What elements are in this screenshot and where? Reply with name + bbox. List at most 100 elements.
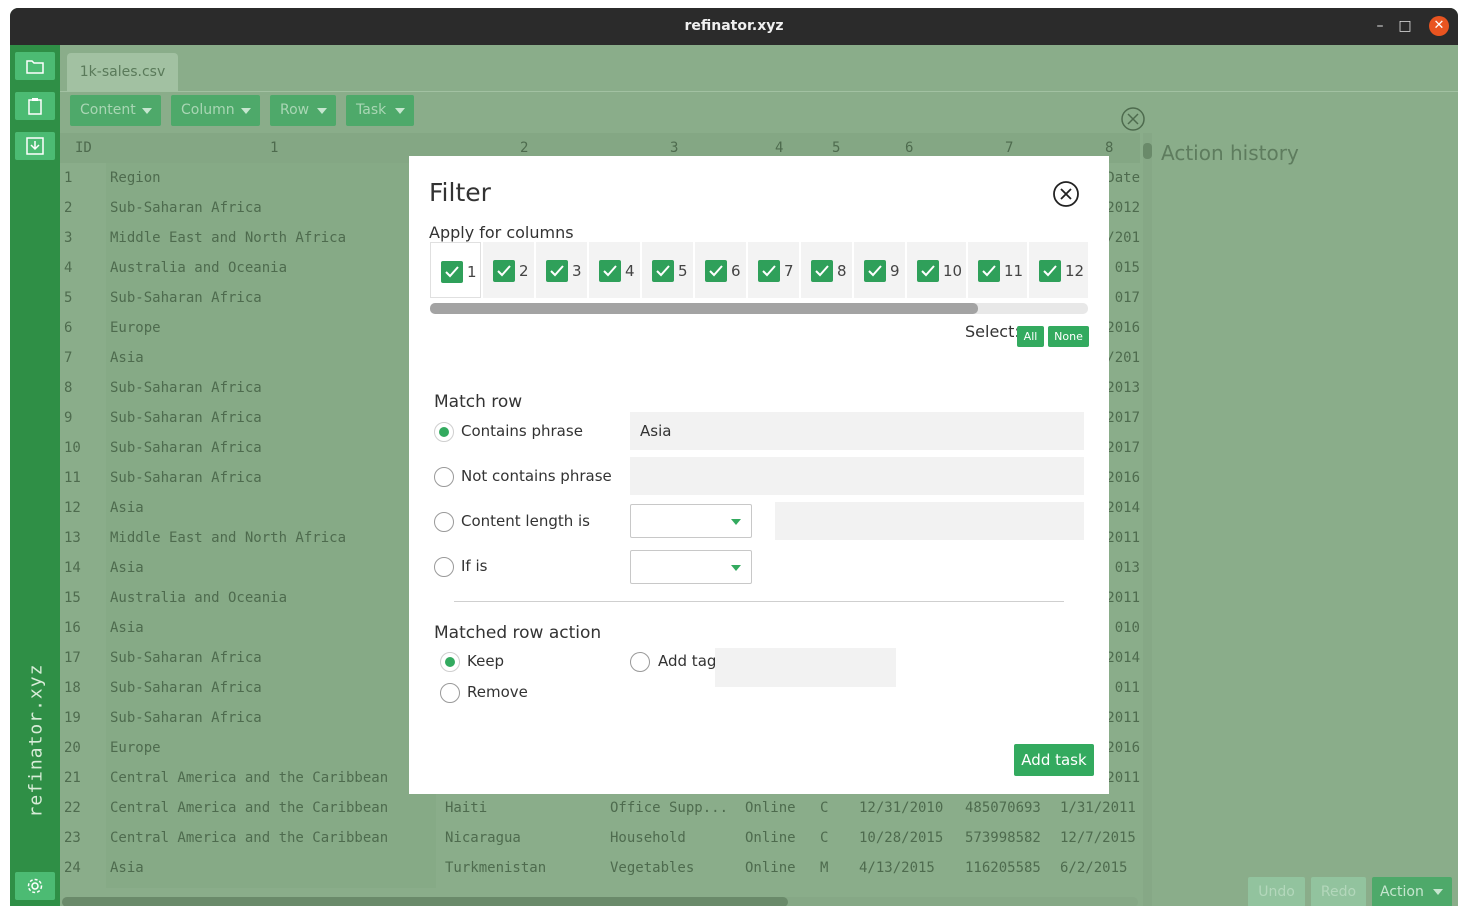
row-ship-date: /201 bbox=[1106, 230, 1140, 246]
length-operator-select[interactable] bbox=[630, 504, 752, 538]
clipboard-button[interactable] bbox=[15, 92, 55, 120]
row-region: Asia bbox=[110, 620, 144, 636]
header-id[interactable]: ID bbox=[75, 133, 92, 163]
column-menu[interactable]: Column bbox=[171, 95, 260, 126]
row-region: Sub-Saharan Africa bbox=[110, 410, 262, 426]
checkbox-checked-icon[interactable] bbox=[978, 260, 1000, 282]
row-id: 15 bbox=[64, 590, 81, 606]
not-contains-radio[interactable] bbox=[434, 467, 454, 487]
row-ship-date: 2011 bbox=[1106, 770, 1140, 786]
column-checkbox-item[interactable]: 12 bbox=[1029, 242, 1088, 298]
contains-input[interactable] bbox=[630, 412, 1084, 450]
column-number: 5 bbox=[678, 262, 688, 280]
redo-button[interactable]: Redo bbox=[1311, 877, 1366, 906]
checkbox-checked-icon[interactable] bbox=[917, 260, 939, 282]
column-checkbox-item[interactable]: 11 bbox=[968, 242, 1027, 298]
if-is-radio[interactable] bbox=[434, 557, 454, 577]
keep-radio[interactable] bbox=[440, 652, 460, 672]
clipboard-icon bbox=[28, 98, 42, 115]
table-row[interactable]: 24 Asia Turkmenistan Vegetables Online M 4/13/… bbox=[60, 853, 1140, 883]
row-region: Central America and the Caribbean bbox=[110, 830, 389, 846]
row-region: Sub-Saharan Africa bbox=[110, 650, 262, 666]
undo-button[interactable]: Undo bbox=[1248, 877, 1305, 906]
add-tag-input[interactable] bbox=[715, 648, 896, 687]
remove-label: Remove bbox=[467, 683, 528, 701]
window-title: refinator.xyz bbox=[684, 18, 784, 34]
maximize-button[interactable]: □ bbox=[1395, 16, 1415, 36]
column-number: 6 bbox=[731, 262, 741, 280]
open-file-button[interactable] bbox=[15, 52, 55, 80]
row-region: Asia bbox=[110, 500, 144, 516]
row-region: Middle East and North Africa bbox=[110, 230, 347, 246]
contains-radio[interactable] bbox=[434, 422, 454, 442]
table-horizontal-scrollbar[interactable] bbox=[62, 897, 1138, 906]
remove-radio[interactable] bbox=[440, 683, 460, 703]
if-is-label: If is bbox=[461, 557, 488, 575]
checkbox-checked-icon[interactable] bbox=[652, 260, 674, 282]
table-row[interactable]: 23 Central America and the Caribbean Nicar… bbox=[60, 823, 1140, 853]
row-menu[interactable]: Row bbox=[270, 95, 336, 126]
column-strip-scrollbar[interactable] bbox=[430, 303, 1088, 314]
if-is-select[interactable] bbox=[630, 550, 752, 584]
scrollbar-thumb[interactable] bbox=[430, 303, 978, 314]
caret-down-icon bbox=[1433, 889, 1443, 895]
length-value-input[interactable] bbox=[775, 502, 1084, 540]
close-circle-icon[interactable] bbox=[1121, 107, 1145, 131]
row-id: 18 bbox=[64, 680, 81, 696]
content-menu[interactable]: Content bbox=[70, 95, 161, 126]
row-priority: C bbox=[820, 800, 829, 816]
title-bar: refinator.xyz – □ ✕ bbox=[10, 8, 1458, 45]
minimize-button[interactable]: – bbox=[1370, 16, 1390, 36]
caret-down-icon bbox=[241, 108, 251, 114]
row-region: Asia bbox=[110, 560, 144, 576]
header-col-1[interactable]: 1 bbox=[270, 133, 278, 163]
add-task-button[interactable]: Add task bbox=[1014, 744, 1094, 776]
not-contains-input[interactable] bbox=[630, 457, 1084, 495]
brand-logo: refinator.xyz bbox=[25, 663, 47, 818]
select-all-button[interactable]: All bbox=[1017, 326, 1044, 347]
checkbox-checked-icon[interactable] bbox=[705, 260, 727, 282]
checkbox-checked-icon[interactable] bbox=[599, 260, 621, 282]
column-checkbox-item[interactable]: 5 bbox=[642, 242, 693, 298]
task-menu[interactable]: Task bbox=[346, 95, 414, 126]
settings-button[interactable] bbox=[15, 872, 55, 900]
select-none-button[interactable]: None bbox=[1048, 326, 1089, 347]
column-checkbox-item[interactable]: 8 bbox=[801, 242, 852, 298]
checkbox-checked-icon[interactable] bbox=[758, 260, 780, 282]
length-radio[interactable] bbox=[434, 512, 454, 532]
column-checkbox-item[interactable]: 3 bbox=[536, 242, 587, 298]
file-tab[interactable]: 1k-sales.csv bbox=[67, 53, 178, 91]
row-priority: M bbox=[820, 860, 829, 876]
row-region: Sub-Saharan Africa bbox=[110, 200, 262, 216]
row-id: 13 bbox=[64, 530, 81, 546]
column-checkbox-item[interactable]: 1 bbox=[430, 242, 481, 298]
row-order-id: 116205585 bbox=[965, 860, 1041, 876]
apply-columns-label: Apply for columns bbox=[429, 223, 574, 242]
checkbox-checked-icon[interactable] bbox=[493, 260, 515, 282]
checkbox-checked-icon[interactable] bbox=[811, 260, 833, 282]
row-id: 19 bbox=[64, 710, 81, 726]
checkbox-checked-icon[interactable] bbox=[1039, 260, 1061, 282]
row-id: 12 bbox=[64, 500, 81, 516]
close-window-button[interactable]: ✕ bbox=[1429, 16, 1449, 36]
folder-icon bbox=[26, 60, 44, 74]
column-checkbox-item[interactable]: 4 bbox=[589, 242, 640, 298]
row-ship-date: 017 bbox=[1114, 290, 1140, 306]
column-checkbox-item[interactable]: 7 bbox=[748, 242, 799, 298]
checkbox-checked-icon[interactable] bbox=[864, 260, 886, 282]
export-button[interactable] bbox=[15, 132, 55, 160]
close-icon[interactable] bbox=[1052, 180, 1080, 208]
checkbox-checked-icon[interactable] bbox=[546, 260, 568, 282]
row-region: Middle East and North Africa bbox=[110, 530, 347, 546]
add-tag-radio[interactable] bbox=[630, 652, 650, 672]
table-row[interactable]: 22 Central America and the Caribbean Haiti… bbox=[60, 793, 1140, 823]
checkbox-checked-icon[interactable] bbox=[441, 261, 463, 283]
column-checkbox-item[interactable]: 10 bbox=[907, 242, 966, 298]
scrollbar-thumb[interactable] bbox=[62, 897, 788, 906]
column-checkbox-item[interactable]: 6 bbox=[695, 242, 746, 298]
history-scrollbar[interactable] bbox=[1143, 133, 1152, 906]
action-menu-button[interactable]: Action bbox=[1372, 877, 1452, 906]
column-checkbox-item[interactable]: 9 bbox=[854, 242, 905, 298]
scrollbar-thumb[interactable] bbox=[1143, 143, 1152, 159]
column-checkbox-item[interactable]: 2 bbox=[483, 242, 534, 298]
